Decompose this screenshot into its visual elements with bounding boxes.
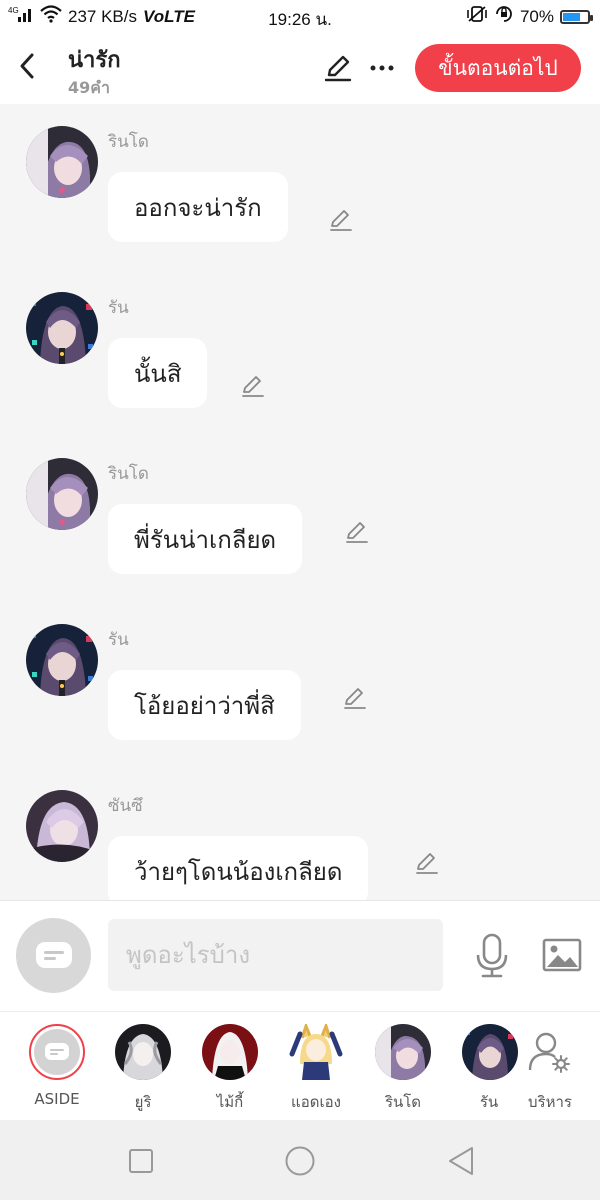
chat-message: รัน นั้นสิ bbox=[0, 292, 600, 442]
chat-message: ซันซึ ว้ายๆโดนน้องเกลียด bbox=[0, 790, 600, 900]
message-bubble[interactable]: พี่รันน่าเกลียด bbox=[108, 504, 303, 574]
avatar[interactable] bbox=[26, 790, 98, 862]
avatar bbox=[115, 1024, 171, 1080]
edit-message-button[interactable] bbox=[326, 205, 356, 235]
circle-icon bbox=[285, 1146, 315, 1176]
home-button[interactable] bbox=[283, 1144, 317, 1178]
avatar[interactable] bbox=[26, 126, 98, 198]
character-label: บริหาร bbox=[528, 1093, 572, 1111]
edit-message-button[interactable] bbox=[412, 848, 442, 878]
input-bar bbox=[0, 900, 600, 1011]
header: น่ารัก 49คำ ขั้นตอนต่อไป bbox=[0, 32, 600, 104]
manage-characters-button[interactable]: บริหาร bbox=[510, 1024, 590, 1114]
avatar bbox=[202, 1024, 258, 1080]
chat-message: รินโด ออกจะน่ารัก bbox=[0, 126, 600, 276]
sender-name: รัน bbox=[108, 298, 129, 318]
chevron-left-icon bbox=[20, 53, 34, 79]
sender-name: รินโด bbox=[108, 464, 149, 484]
edit-message-button[interactable] bbox=[342, 517, 372, 547]
recent-apps-button[interactable] bbox=[124, 1144, 158, 1178]
more-dots-icon bbox=[370, 65, 394, 71]
character-label: ยูริ bbox=[134, 1093, 152, 1111]
manage-user-icon bbox=[522, 1024, 578, 1080]
image-icon bbox=[542, 938, 582, 972]
back-nav-button[interactable] bbox=[444, 1144, 478, 1178]
avatar[interactable] bbox=[26, 458, 98, 530]
triangle-back-icon bbox=[449, 1147, 473, 1175]
character-label: แอดเอง bbox=[291, 1093, 341, 1111]
chat-area[interactable]: รินโด ออกจะน่ารัก รัน นั้นสิ รินโด พี่รั… bbox=[0, 104, 600, 900]
message-bubble[interactable]: ออกจะน่ารัก bbox=[108, 172, 288, 242]
pencil-icon bbox=[330, 210, 352, 231]
character-admin[interactable]: แอดเอง bbox=[276, 1024, 356, 1114]
edit-message-button[interactable] bbox=[340, 683, 370, 713]
microphone-icon bbox=[476, 933, 508, 978]
edit-button[interactable] bbox=[320, 50, 356, 86]
status-bar: 4G 237 KB/s VoLTE 19:26 น. 70% bbox=[0, 0, 600, 32]
system-nav-bar bbox=[0, 1120, 600, 1200]
avatar bbox=[375, 1024, 431, 1080]
message-input[interactable] bbox=[108, 919, 443, 991]
sender-name: รัน bbox=[108, 630, 129, 650]
character-rindo[interactable]: รินโด bbox=[363, 1024, 443, 1114]
chat-bubble-icon bbox=[35, 941, 72, 968]
word-count: 49คำ bbox=[68, 78, 110, 97]
more-options-button[interactable] bbox=[364, 50, 400, 86]
chat-message: รินโด พี่รันน่าเกลียด bbox=[0, 458, 600, 608]
chat-message: รัน โอ้ยอย่าว่าพี่สิ bbox=[0, 624, 600, 774]
chat-bubble-icon bbox=[45, 1043, 69, 1060]
character-label: รินโด bbox=[384, 1093, 422, 1111]
pencil-icon bbox=[416, 853, 438, 874]
character-label: ไม้กี้ bbox=[216, 1093, 244, 1111]
character-mikey[interactable]: ไม้กี้ bbox=[190, 1024, 270, 1114]
avatar[interactable] bbox=[26, 292, 98, 364]
avatar[interactable] bbox=[26, 624, 98, 696]
image-upload-button[interactable] bbox=[540, 935, 584, 975]
sender-name: รินโด bbox=[108, 132, 149, 152]
aside-avatar bbox=[29, 1024, 85, 1080]
character-label: ASIDE bbox=[34, 1090, 80, 1108]
avatar bbox=[288, 1024, 344, 1080]
message-bubble[interactable]: โอ้ยอย่าว่าพี่สิ bbox=[108, 670, 301, 740]
voice-input-button[interactable] bbox=[470, 931, 514, 981]
aside-toggle-button[interactable] bbox=[16, 918, 91, 993]
next-step-button[interactable]: ขั้นตอนต่อไป bbox=[415, 44, 581, 92]
battery-icon bbox=[560, 9, 593, 24]
message-bubble[interactable]: นั้นสิ bbox=[108, 338, 208, 408]
pencil-icon bbox=[344, 688, 366, 709]
vibrate-off-icon bbox=[466, 5, 488, 28]
message-bubble[interactable]: ว้ายๆโดนน้องเกลียด bbox=[108, 836, 369, 900]
back-button[interactable] bbox=[10, 48, 44, 84]
page-title: น่ารัก bbox=[68, 48, 121, 73]
pencil-icon bbox=[242, 376, 264, 397]
pencil-icon bbox=[324, 55, 352, 82]
square-icon bbox=[129, 1149, 153, 1173]
character-bar: ASIDE ยูริ ไม้กี้ แอดเอง รินโด รัน บริหา… bbox=[0, 1011, 600, 1120]
rotation-lock-icon bbox=[494, 5, 514, 28]
pencil-icon bbox=[346, 522, 368, 543]
sender-name: ซันซึ bbox=[108, 796, 143, 816]
battery-percent: 70% bbox=[519, 6, 554, 26]
character-aside[interactable]: ASIDE bbox=[17, 1024, 97, 1108]
edit-message-button[interactable] bbox=[238, 371, 268, 401]
character-yuri[interactable]: ยูริ bbox=[103, 1024, 183, 1114]
